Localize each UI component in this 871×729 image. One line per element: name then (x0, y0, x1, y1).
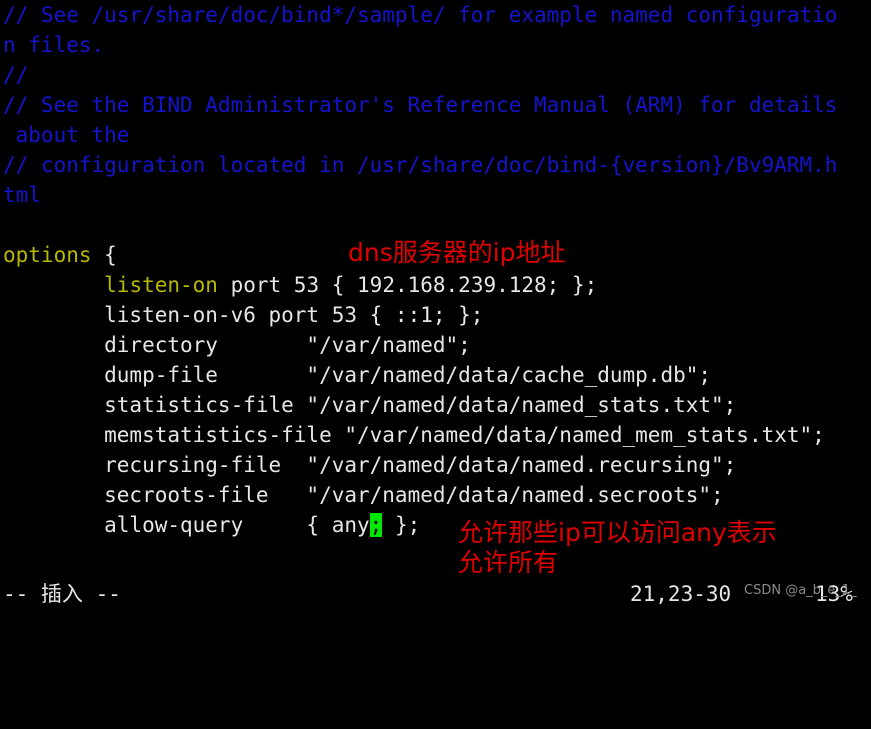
line-text: listen-on-v6 port 53 { ::1; }; (3, 303, 484, 327)
allow-query-before-cursor: allow-query { any (3, 513, 370, 537)
line-text: dump-file "/var/named/data/cache_dump.db… (3, 363, 712, 387)
line-text: statistics-file "/var/named/data/named_s… (3, 393, 737, 417)
status-cursor-position: 21,23-30 (630, 582, 732, 606)
editor-line: // See /usr/share/doc/bind*/sample/ for … (0, 0, 871, 30)
line-text: secroots-file "/var/named/data/named.sec… (3, 483, 724, 507)
comment-text: // See the BIND Administrator's Referenc… (3, 93, 838, 117)
comment-text: n files. (3, 33, 105, 57)
editor-line: // See the BIND Administrator's Referenc… (0, 90, 871, 120)
editor-line-dump-file: dump-file "/var/named/data/cache_dump.db… (0, 360, 871, 390)
comment-text: // (3, 63, 29, 87)
allow-query-after-cursor: }; (382, 513, 421, 537)
editor-line-listen-on: listen-on port 53 { 192.168.239.128; }; (0, 270, 871, 300)
line-text: memstatistics-file "/var/named/data/name… (3, 423, 825, 447)
editor-line: about the (0, 120, 871, 150)
annotation-allow-query-line1: 允许那些ip可以访问any表示 (458, 518, 777, 547)
editor-line: // (0, 60, 871, 90)
annotation-allow-query-line2: 允许所有 (458, 548, 559, 577)
terminal-window: // See /usr/share/doc/bind*/sample/ for … (0, 0, 871, 615)
annotation-dns-ip: dns服务器的ip地址 (348, 238, 566, 267)
comment-text: about the (3, 123, 130, 147)
editor-line-listen-on-v6: listen-on-v6 port 53 { ::1; }; (0, 300, 871, 330)
comment-text: // See /usr/share/doc/bind*/sample/ for … (3, 3, 838, 27)
editor-line-statistics-file: statistics-file "/var/named/data/named_s… (0, 390, 871, 420)
vim-status-line: -- 插入 -- 21,23-30 13% (0, 579, 871, 609)
listen-on-value: port 53 { 192.168.239.128; }; (217, 273, 598, 297)
editor-line-secroots-file: secroots-file "/var/named/data/named.sec… (0, 480, 871, 510)
line-text: directory "/var/named"; (3, 333, 471, 357)
csdn-watermark: CSDN @a_b_e_1_ (744, 583, 857, 598)
editor-line-blank (0, 210, 871, 240)
annotation-allow-query: 允许那些ip可以访问any表示 允许所有 (458, 518, 777, 578)
listen-on-keyword: listen-on (104, 273, 218, 297)
options-brace: { (91, 243, 117, 267)
comment-text: tml (3, 183, 41, 207)
editor-line-memstatistics-file: memstatistics-file "/var/named/data/name… (0, 420, 871, 450)
options-keyword: options (3, 243, 92, 267)
vim-text-buffer[interactable]: // See /usr/share/doc/bind*/sample/ for … (0, 0, 871, 540)
editor-line-directory: directory "/var/named"; (0, 330, 871, 360)
editor-line: n files. (0, 30, 871, 60)
text-cursor[interactable]: ; (369, 513, 383, 537)
line-text: recursing-file "/var/named/data/named.re… (3, 453, 737, 477)
comment-text: // configuration located in /usr/share/d… (3, 153, 838, 177)
status-mode-indicator: -- 插入 -- (3, 582, 121, 606)
editor-line: tml (0, 180, 871, 210)
editor-line: // configuration located in /usr/share/d… (0, 150, 871, 180)
editor-line-recursing-file: recursing-file "/var/named/data/named.re… (0, 450, 871, 480)
